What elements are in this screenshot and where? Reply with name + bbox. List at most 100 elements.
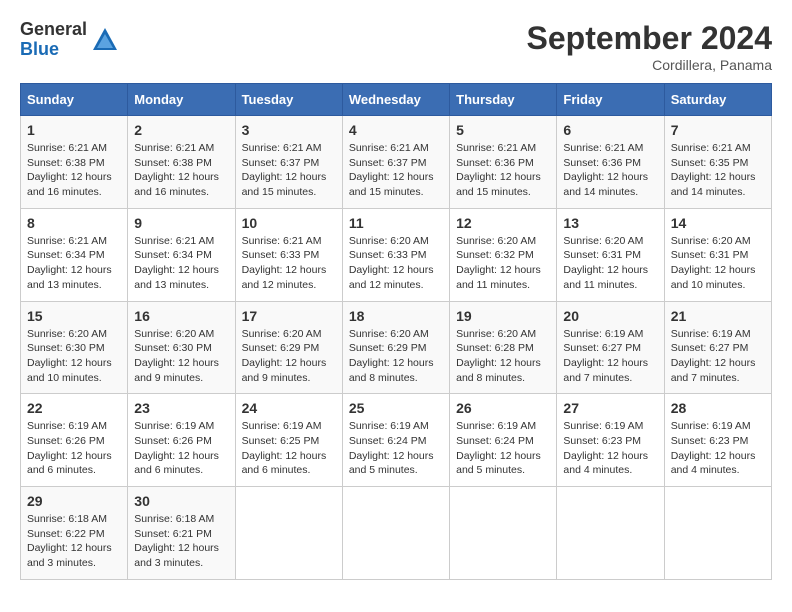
location: Cordillera, Panama — [527, 57, 772, 73]
calendar: Sunday Monday Tuesday Wednesday Thursday… — [20, 83, 772, 580]
month-title: September 2024 — [527, 20, 772, 57]
day-number: 22 — [27, 400, 121, 416]
table-row: 1 Sunrise: 6:21 AMSunset: 6:38 PMDaylight… — [21, 116, 128, 209]
day-number: 9 — [134, 215, 228, 231]
day-number: 12 — [456, 215, 550, 231]
day-info: Sunrise: 6:19 AMSunset: 6:23 PMDaylight:… — [671, 419, 765, 478]
calendar-week-2: 8 Sunrise: 6:21 AMSunset: 6:34 PMDaylight… — [21, 208, 772, 301]
day-number: 16 — [134, 308, 228, 324]
day-info: Sunrise: 6:20 AMSunset: 6:31 PMDaylight:… — [563, 234, 657, 293]
day-number: 8 — [27, 215, 121, 231]
day-info: Sunrise: 6:20 AMSunset: 6:30 PMDaylight:… — [134, 327, 228, 386]
day-info: Sunrise: 6:21 AMSunset: 6:33 PMDaylight:… — [242, 234, 336, 293]
day-info: Sunrise: 6:21 AMSunset: 6:38 PMDaylight:… — [134, 141, 228, 200]
table-row: 16 Sunrise: 6:20 AMSunset: 6:30 PMDayligh… — [128, 301, 235, 394]
table-row: 9Sunrise: 6:21 AMSunset: 6:34 PMDaylight… — [128, 208, 235, 301]
table-row: 20Sunrise: 6:19 AMSunset: 6:27 PMDayligh… — [557, 301, 664, 394]
day-info: Sunrise: 6:20 AMSunset: 6:28 PMDaylight:… — [456, 327, 550, 386]
day-info: Sunrise: 6:19 AMSunset: 6:26 PMDaylight:… — [27, 419, 121, 478]
table-row: 2 Sunrise: 6:21 AMSunset: 6:38 PMDaylight… — [128, 116, 235, 209]
table-row: 5Sunrise: 6:21 AMSunset: 6:36 PMDaylight… — [450, 116, 557, 209]
day-number: 7 — [671, 122, 765, 138]
table-row: 10 Sunrise: 6:21 AMSunset: 6:33 PMDayligh… — [235, 208, 342, 301]
day-number: 1 — [27, 122, 121, 138]
day-info: Sunrise: 6:19 AMSunset: 6:27 PMDaylight:… — [563, 327, 657, 386]
logo-general: General — [20, 20, 87, 40]
table-row: 29 Sunrise: 6:18 AMSunset: 6:22 PMDayligh… — [21, 487, 128, 580]
day-info: Sunrise: 6:21 AMSunset: 6:34 PMDaylight:… — [27, 234, 121, 293]
day-info: Sunrise: 6:20 AMSunset: 6:29 PMDaylight:… — [242, 327, 336, 386]
day-info: Sunrise: 6:19 AMSunset: 6:26 PMDaylight:… — [134, 419, 228, 478]
table-row: 6Sunrise: 6:21 AMSunset: 6:36 PMDaylight… — [557, 116, 664, 209]
col-tuesday: Tuesday — [235, 84, 342, 116]
table-row — [450, 487, 557, 580]
day-info: Sunrise: 6:20 AMSunset: 6:32 PMDaylight:… — [456, 234, 550, 293]
col-sunday: Sunday — [21, 84, 128, 116]
logo-icon — [91, 26, 119, 54]
table-row: 25 Sunrise: 6:19 AMSunset: 6:24 PMDayligh… — [342, 394, 449, 487]
day-number: 13 — [563, 215, 657, 231]
table-row — [664, 487, 771, 580]
table-row — [557, 487, 664, 580]
logo-text: General Blue — [20, 20, 87, 60]
day-info: Sunrise: 6:19 AMSunset: 6:24 PMDaylight:… — [456, 419, 550, 478]
day-number: 21 — [671, 308, 765, 324]
day-info: Sunrise: 6:20 AMSunset: 6:33 PMDaylight:… — [349, 234, 443, 293]
day-number: 6 — [563, 122, 657, 138]
logo: General Blue — [20, 20, 119, 60]
table-row: 30 Sunrise: 6:18 AMSunset: 6:21 PMDayligh… — [128, 487, 235, 580]
day-info: Sunrise: 6:20 AMSunset: 6:31 PMDaylight:… — [671, 234, 765, 293]
day-info: Sunrise: 6:21 AMSunset: 6:38 PMDaylight:… — [27, 141, 121, 200]
day-number: 2 — [134, 122, 228, 138]
header: General Blue September 2024 Cordillera, … — [20, 20, 772, 73]
table-row — [342, 487, 449, 580]
day-number: 25 — [349, 400, 443, 416]
table-row: 24 Sunrise: 6:19 AMSunset: 6:25 PMDayligh… — [235, 394, 342, 487]
day-info: Sunrise: 6:19 AMSunset: 6:24 PMDaylight:… — [349, 419, 443, 478]
day-number: 30 — [134, 493, 228, 509]
day-number: 4 — [349, 122, 443, 138]
day-info: Sunrise: 6:19 AMSunset: 6:25 PMDaylight:… — [242, 419, 336, 478]
table-row: 22 Sunrise: 6:19 AMSunset: 6:26 PMDayligh… — [21, 394, 128, 487]
col-friday: Friday — [557, 84, 664, 116]
day-number: 17 — [242, 308, 336, 324]
day-number: 29 — [27, 493, 121, 509]
table-row: 28 Sunrise: 6:19 AMSunset: 6:23 PMDayligh… — [664, 394, 771, 487]
table-row: 7 Sunrise: 6:21 AMSunset: 6:35 PMDaylight… — [664, 116, 771, 209]
day-number: 3 — [242, 122, 336, 138]
day-number: 18 — [349, 308, 443, 324]
table-row: 26 Sunrise: 6:19 AMSunset: 6:24 PMDayligh… — [450, 394, 557, 487]
calendar-body: 1 Sunrise: 6:21 AMSunset: 6:38 PMDaylight… — [21, 116, 772, 580]
table-row: 17 Sunrise: 6:20 AMSunset: 6:29 PMDayligh… — [235, 301, 342, 394]
table-row: 15Sunrise: 6:20 AMSunset: 6:30 PMDayligh… — [21, 301, 128, 394]
day-info: Sunrise: 6:21 AMSunset: 6:35 PMDaylight:… — [671, 141, 765, 200]
day-number: 14 — [671, 215, 765, 231]
table-row: 27Sunrise: 6:19 AMSunset: 6:23 PMDayligh… — [557, 394, 664, 487]
day-info: Sunrise: 6:18 AMSunset: 6:21 PMDaylight:… — [134, 512, 228, 571]
day-info: Sunrise: 6:19 AMSunset: 6:23 PMDaylight:… — [563, 419, 657, 478]
day-info: Sunrise: 6:18 AMSunset: 6:22 PMDaylight:… — [27, 512, 121, 571]
col-wednesday: Wednesday — [342, 84, 449, 116]
calendar-week-3: 15Sunrise: 6:20 AMSunset: 6:30 PMDayligh… — [21, 301, 772, 394]
calendar-week-4: 22 Sunrise: 6:19 AMSunset: 6:26 PMDayligh… — [21, 394, 772, 487]
day-number: 28 — [671, 400, 765, 416]
logo-blue: Blue — [20, 40, 87, 60]
title-area: September 2024 Cordillera, Panama — [527, 20, 772, 73]
day-info: Sunrise: 6:20 AMSunset: 6:30 PMDaylight:… — [27, 327, 121, 386]
table-row: 11 Sunrise: 6:20 AMSunset: 6:33 PMDayligh… — [342, 208, 449, 301]
day-info: Sunrise: 6:20 AMSunset: 6:29 PMDaylight:… — [349, 327, 443, 386]
table-row: 8 Sunrise: 6:21 AMSunset: 6:34 PMDaylight… — [21, 208, 128, 301]
col-monday: Monday — [128, 84, 235, 116]
table-row: 21 Sunrise: 6:19 AMSunset: 6:27 PMDayligh… — [664, 301, 771, 394]
calendar-week-5: 29 Sunrise: 6:18 AMSunset: 6:22 PMDayligh… — [21, 487, 772, 580]
day-info: Sunrise: 6:19 AMSunset: 6:27 PMDaylight:… — [671, 327, 765, 386]
day-info: Sunrise: 6:21 AMSunset: 6:36 PMDaylight:… — [456, 141, 550, 200]
table-row — [235, 487, 342, 580]
day-number: 23 — [134, 400, 228, 416]
table-row: 4Sunrise: 6:21 AMSunset: 6:37 PMDaylight… — [342, 116, 449, 209]
day-number: 26 — [456, 400, 550, 416]
day-number: 11 — [349, 215, 443, 231]
day-info: Sunrise: 6:21 AMSunset: 6:37 PMDaylight:… — [242, 141, 336, 200]
day-number: 24 — [242, 400, 336, 416]
day-number: 10 — [242, 215, 336, 231]
